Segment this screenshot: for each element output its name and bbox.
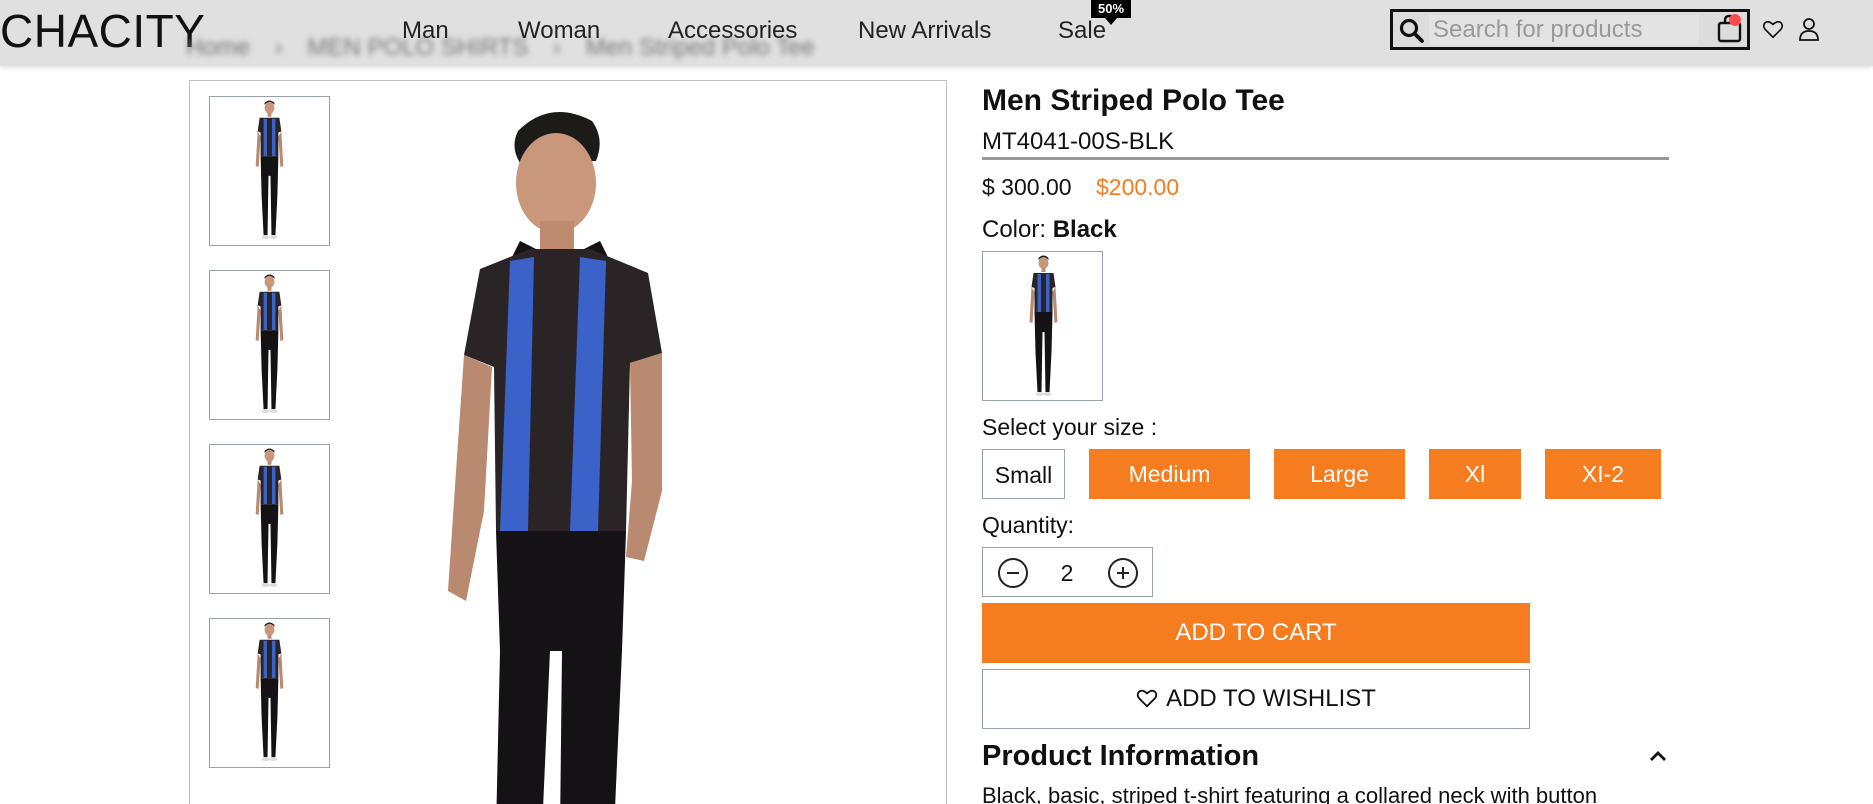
breadcrumb-item[interactable]: Home [186,34,250,61]
gallery-thumbnail[interactable] [209,270,330,420]
brand-logo[interactable]: CHACITY [0,8,205,54]
product-info-heading[interactable]: Product Information [982,740,1259,773]
size-option-medium[interactable]: Medium [1089,449,1250,499]
chevron-up-icon[interactable] [1648,748,1668,764]
product-gallery [189,80,947,804]
nav-item-new-arrivals[interactable]: New Arrivals [858,16,991,46]
search-icon[interactable] [1399,18,1425,44]
cart-count-badge [1729,14,1741,26]
add-to-cart-button[interactable]: ADD TO CART [982,603,1530,663]
selected-color: Black [1052,216,1117,243]
product-title: Men Striped Polo Tee [982,84,1285,117]
model-image [210,97,329,245]
gallery-thumbnail[interactable] [209,444,330,594]
search-box [1390,9,1750,50]
product-sku: MT4041-00S-BLK [982,128,1669,160]
quantity-stepper: 2 [982,547,1153,597]
gallery-thumbnail[interactable] [209,96,330,246]
color-swatch-black[interactable] [982,251,1103,401]
model-image [210,445,329,593]
size-option-small[interactable]: Small [982,449,1065,499]
quantity-value[interactable]: 2 [1047,560,1087,587]
nav-item-man[interactable]: Man [402,16,449,46]
quantity-increase-icon[interactable] [1108,558,1138,588]
model-image [983,252,1103,401]
nav-item-sale[interactable]: Sale [1058,16,1106,46]
breadcrumb-separator: › [274,34,283,61]
size-option-xl-2[interactable]: XI-2 [1545,449,1661,499]
nav-item-woman[interactable]: Woman [518,16,600,46]
sale-discount-badge: 50% [1091,0,1131,25]
quantity-decrease-icon[interactable] [998,558,1028,588]
site-header: CHACITY Home › MEN POLO SHIRTS › Men Str… [0,0,1873,66]
heart-icon[interactable] [1762,18,1784,40]
product-info-text: Black, basic, striped t-shirt featuring … [982,783,1598,804]
user-icon[interactable] [1798,17,1820,41]
sale-price: $200.00 [1096,174,1180,200]
add-to-wishlist-label: ADD TO WISHLIST [1166,685,1376,712]
nav-item-accessories[interactable]: Accessories [668,16,797,46]
color-label-text: Color: [982,216,1047,243]
size-option-large[interactable]: Large [1274,449,1405,499]
heart-icon [1136,689,1158,708]
search-input[interactable] [1429,15,1699,45]
gallery-thumbnail[interactable] [209,618,330,768]
main-product-image[interactable] [400,91,760,804]
size-label: Select your size : [982,414,1158,440]
model-image [210,619,329,767]
color-label: Color: Black [982,216,1117,244]
add-to-wishlist-button[interactable]: ADD TO WISHLIST [982,669,1530,729]
quantity-label: Quantity: [982,512,1075,538]
original-price: $ 300.00 [982,174,1072,200]
model-image [210,271,329,419]
size-option-xl[interactable]: Xl [1429,449,1521,499]
